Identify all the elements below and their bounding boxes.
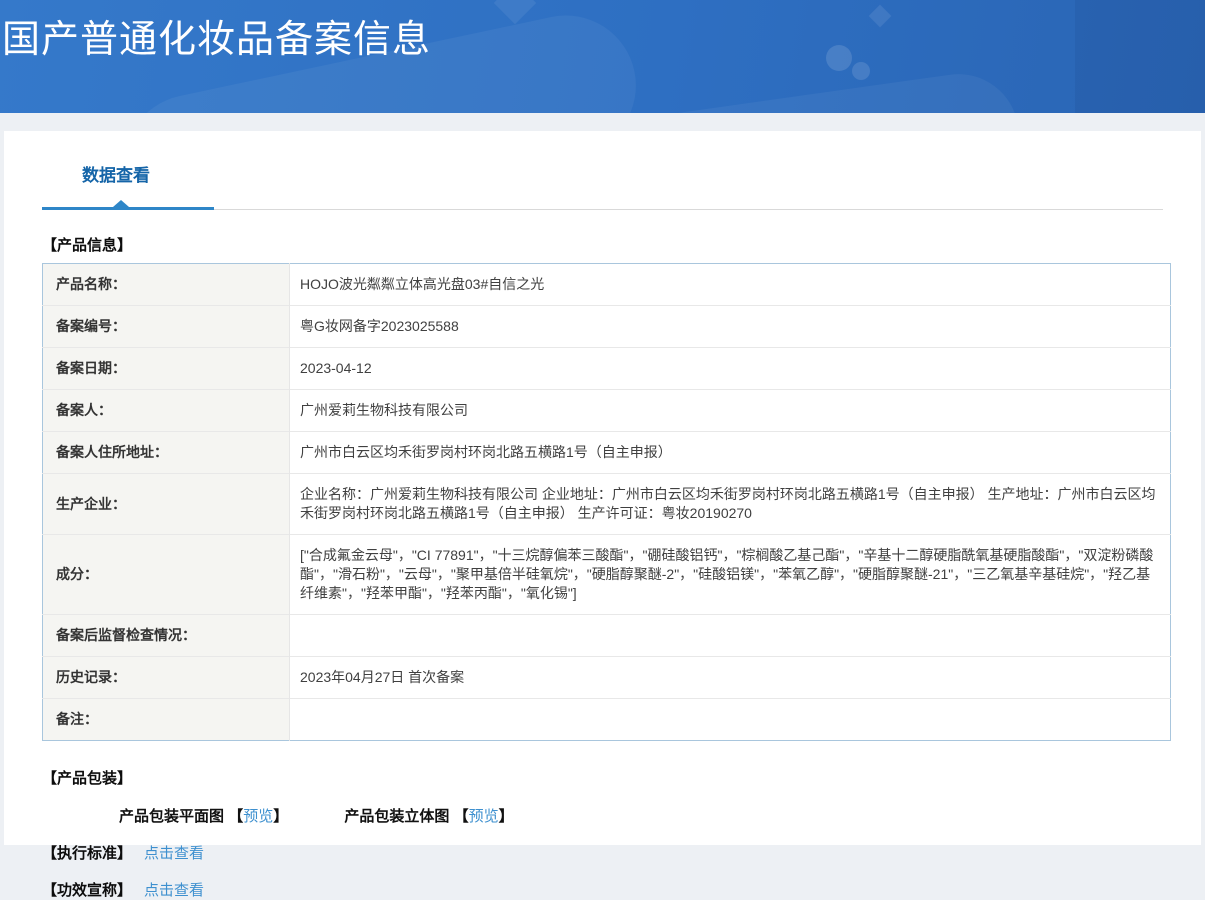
packaging-flat-preview-link[interactable]: 预览 <box>243 808 273 825</box>
execution-standard-view-link[interactable]: 点击查看 <box>144 845 204 862</box>
table-row-remarks: 备注： <box>42 698 1171 741</box>
table-row-supervision-check: 备案后监督检查情况： <box>42 614 1171 657</box>
table-row-registration-date: 备案日期： 2023-04-12 <box>42 347 1171 390</box>
packaging-stereo-label: 产品包装立体图 <box>344 808 450 825</box>
packaging-flat-item: 产品包装平面图 【预览】 <box>119 805 288 826</box>
efficacy-claim-view-link[interactable]: 点击查看 <box>144 882 204 899</box>
section-title-packaging: 【产品包装】 <box>42 770 133 787</box>
tab-active-underline <box>42 200 214 210</box>
row-value <box>290 699 1171 741</box>
bracket-close: 】 <box>273 808 289 825</box>
arrow-up-icon <box>113 200 129 207</box>
section-title-efficacy-claim: 【功效宣称】 <box>42 882 133 899</box>
banner-decoration <box>493 0 537 25</box>
page-title: 国产普通化妆品备案信息 <box>2 19 432 61</box>
banner-decoration <box>1075 0 1205 113</box>
bracket-open: 【 <box>228 808 244 825</box>
row-value: 2023-04-12 <box>300 360 372 376</box>
row-label: 备案日期： <box>42 347 290 390</box>
tab-bar: 数据查看 <box>42 161 1163 210</box>
section-title-execution-standard: 【执行标准】 <box>42 845 133 862</box>
row-value: 粤G妆网备字2023025588 <box>300 318 459 334</box>
bracket-close: 】 <box>498 808 514 825</box>
banner-decoration <box>826 45 852 71</box>
row-value: ["合成氟金云母"，"CI 77891"，"十三烷醇偏苯三酸酯"，"硼硅酸铝钙"… <box>300 547 1154 601</box>
row-label: 产品名称： <box>42 263 290 306</box>
packaging-row: 产品包装平面图 【预览】 产品包装立体图 【预览】 <box>119 805 1163 826</box>
row-value: 2023年04月27日 首次备案 <box>300 669 465 685</box>
table-row-history: 历史记录： 2023年04月27日 首次备案 <box>42 656 1171 699</box>
row-label: 历史记录： <box>42 656 290 699</box>
content-card: 数据查看 【产品信息】 产品名称： HOJO波光粼粼立体高光盘03#自信之光 备… <box>4 131 1201 899</box>
row-label: 备注： <box>42 698 290 741</box>
table-row-registration-number: 备案编号： 粤G妆网备字2023025588 <box>42 305 1171 348</box>
tab-underline <box>42 200 1163 210</box>
row-value: HOJO波光粼粼立体高光盘03#自信之光 <box>300 276 545 292</box>
row-value: 广州爱莉生物科技有限公司 <box>300 402 468 418</box>
page-banner: 国产普通化妆品备案信息 <box>0 0 1205 113</box>
product-info-table: 产品名称： HOJO波光粼粼立体高光盘03#自信之光 备案编号： 粤G妆网备字2… <box>42 263 1171 741</box>
section-title-product-info: 【产品信息】 <box>42 237 133 254</box>
packaging-stereo-item: 产品包装立体图 【预览】 <box>344 805 513 826</box>
table-row-registrant: 备案人： 广州爱莉生物科技有限公司 <box>42 389 1171 432</box>
packaging-flat-label: 产品包装平面图 <box>119 808 225 825</box>
row-label: 成分： <box>42 534 290 615</box>
tab-underline-rest <box>214 209 1163 210</box>
packaging-stereo-preview-link[interactable]: 预览 <box>469 808 499 825</box>
row-value: 企业名称：广州爱莉生物科技有限公司 企业地址：广州市白云区均禾街罗岗村环岗北路五… <box>300 486 1156 521</box>
table-row-manufacturer: 生产企业： 企业名称：广州爱莉生物科技有限公司 企业地址：广州市白云区均禾街罗岗… <box>42 473 1171 535</box>
banner-decoration <box>593 66 1027 113</box>
row-label: 生产企业： <box>42 473 290 535</box>
execution-standard-row: 【执行标准】 点击查看 <box>42 842 1163 863</box>
row-value <box>290 615 1171 657</box>
bracket-open: 【 <box>453 808 469 825</box>
table-row-ingredients: 成分： ["合成氟金云母"，"CI 77891"，"十三烷醇偏苯三酸酯"，"硼硅… <box>42 534 1171 615</box>
table-row-registrant-address: 备案人住所地址： 广州市白云区均禾街罗岗村环岗北路五横路1号（自主申报） <box>42 431 1171 474</box>
row-label: 备案人： <box>42 389 290 432</box>
row-label: 备案后监督检查情况： <box>42 614 290 657</box>
row-value: 广州市白云区均禾街罗岗村环岗北路五横路1号（自主申报） <box>300 444 672 460</box>
table-row-product-name: 产品名称： HOJO波光粼粼立体高光盘03#自信之光 <box>42 263 1171 306</box>
efficacy-claim-row: 【功效宣称】 点击查看 <box>42 879 1163 900</box>
tab-data-view[interactable]: 数据查看 <box>82 161 150 186</box>
banner-decoration <box>852 62 870 80</box>
row-label: 备案编号： <box>42 305 290 348</box>
banner-decoration <box>868 4 892 28</box>
row-label: 备案人住所地址： <box>42 431 290 474</box>
